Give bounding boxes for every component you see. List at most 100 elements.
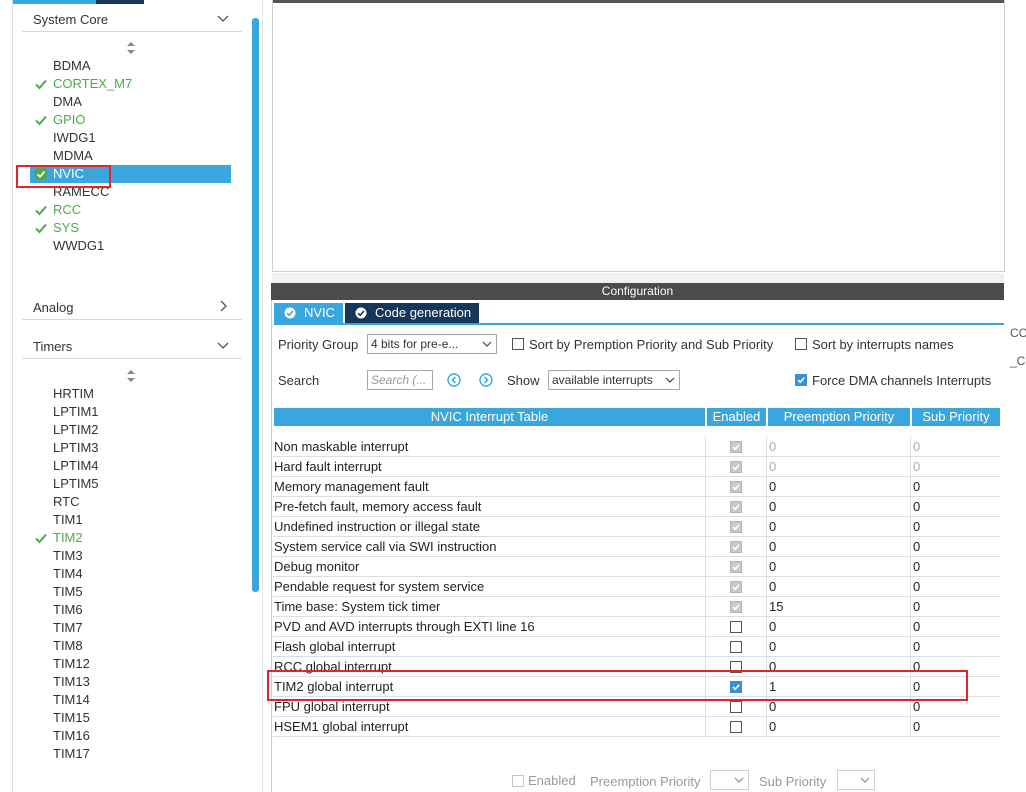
table-row[interactable]: Undefined instruction or illegal state 0 0 <box>273 517 1000 537</box>
search-next-icon[interactable] <box>479 373 493 387</box>
enabled-checkbox[interactable] <box>730 521 742 533</box>
component-item-tim13[interactable]: TIM13 <box>53 673 90 691</box>
component-item-hrtim[interactable]: HRTIM <box>53 385 94 403</box>
table-row[interactable]: Debug monitor 0 0 <box>273 557 1000 577</box>
component-item-lptim1[interactable]: LPTIM1 <box>53 403 99 421</box>
sub-priority-value[interactable]: 0 <box>913 437 920 457</box>
table-row[interactable]: Pendable request for system service 0 0 <box>273 577 1000 597</box>
component-item-lptim5[interactable]: LPTIM5 <box>53 475 99 493</box>
header-preemption-priority[interactable]: Preemption Priority <box>768 408 910 426</box>
component-item-tim2[interactable]: TIM2 <box>53 529 83 547</box>
sub-priority-value[interactable]: 0 <box>913 577 920 597</box>
component-item-tim5[interactable]: TIM5 <box>53 583 83 601</box>
bottom-preemption-select[interactable] <box>710 770 749 790</box>
component-item-lptim3[interactable]: LPTIM3 <box>53 439 99 457</box>
component-item-tim17[interactable]: TIM17 <box>53 745 90 763</box>
sub-priority-value[interactable]: 0 <box>913 557 920 577</box>
search-previous-icon[interactable] <box>447 373 461 387</box>
component-item-tim16[interactable]: TIM16 <box>53 727 90 745</box>
category-timers[interactable]: Timers <box>22 334 242 359</box>
table-row[interactable]: HSEM1 global interrupt 0 0 <box>273 717 1000 737</box>
preemption-priority-value[interactable]: 0 <box>769 717 776 737</box>
component-item-tim3[interactable]: TIM3 <box>53 547 83 565</box>
component-item-mdma[interactable]: MDMA <box>53 147 93 165</box>
preemption-priority-value[interactable]: 0 <box>769 497 776 517</box>
sub-priority-value[interactable]: 0 <box>913 497 920 517</box>
table-row[interactable]: Flash global interrupt 0 0 <box>273 637 1000 657</box>
tab-code-generation[interactable]: Code generation <box>345 303 479 323</box>
table-row[interactable]: System service call via SWI instruction 0… <box>273 537 1000 557</box>
sort-names-checkbox[interactable] <box>795 338 807 350</box>
sort-preemption-checkbox[interactable] <box>512 338 524 350</box>
component-item-tim12[interactable]: TIM12 <box>53 655 90 673</box>
enabled-checkbox[interactable] <box>730 441 742 453</box>
header-enabled[interactable]: Enabled <box>707 408 766 426</box>
preemption-priority-value[interactable]: 0 <box>769 537 776 557</box>
enabled-checkbox[interactable] <box>730 461 742 473</box>
component-item-tim8[interactable]: TIM8 <box>53 637 83 655</box>
tab-inactive-indicator[interactable] <box>96 0 144 4</box>
sub-priority-value[interactable]: 0 <box>913 517 920 537</box>
header-interrupt-table[interactable]: NVIC Interrupt Table <box>274 408 705 426</box>
table-row[interactable]: Time base: System tick timer 15 0 <box>273 597 1000 617</box>
bottom-sub-select[interactable] <box>837 770 875 790</box>
component-item-iwdg1[interactable]: IWDG1 <box>53 129 96 147</box>
component-item-tim15[interactable]: TIM15 <box>53 709 90 727</box>
component-item-tim1[interactable]: TIM1 <box>53 511 83 529</box>
preemption-priority-value[interactable]: 0 <box>769 577 776 597</box>
preemption-priority-value[interactable]: 0 <box>769 517 776 537</box>
sub-priority-value[interactable]: 0 <box>913 537 920 557</box>
enabled-checkbox[interactable] <box>730 621 742 633</box>
sub-priority-value[interactable]: 0 <box>913 457 920 477</box>
header-sub-priority[interactable]: Sub Priority <box>912 408 1000 426</box>
enabled-checkbox[interactable] <box>730 541 742 553</box>
component-item-lptim4[interactable]: LPTIM4 <box>53 457 99 475</box>
enabled-checkbox[interactable] <box>730 481 742 493</box>
search-input[interactable]: Search (... <box>367 370 433 390</box>
bottom-enabled-checkbox[interactable] <box>512 775 524 787</box>
priority-group-select[interactable]: 4 bits for pre-e... <box>367 334 497 354</box>
tab-nvic[interactable]: NVIC <box>274 303 343 323</box>
component-item-tim6[interactable]: TIM6 <box>53 601 83 619</box>
show-select[interactable]: available interrupts <box>548 370 680 390</box>
sort-icon[interactable] <box>126 369 136 383</box>
splitter[interactable] <box>272 273 1004 283</box>
table-row[interactable]: Non maskable interrupt 0 0 <box>273 437 1000 457</box>
sub-priority-value[interactable]: 0 <box>913 597 920 617</box>
component-item-wwdg1[interactable]: WWDG1 <box>53 237 104 255</box>
sub-priority-value[interactable]: 0 <box>913 477 920 497</box>
enabled-checkbox[interactable] <box>730 601 742 613</box>
category-system-core[interactable]: System Core <box>22 7 242 32</box>
component-item-rcc[interactable]: RCC <box>53 201 81 219</box>
preemption-priority-value[interactable]: 0 <box>769 557 776 577</box>
pinout-canvas[interactable] <box>272 0 1005 272</box>
force-dma-checkbox[interactable] <box>795 374 807 386</box>
preemption-priority-value[interactable]: 0 <box>769 477 776 497</box>
enabled-checkbox[interactable] <box>730 581 742 593</box>
sub-priority-value[interactable]: 0 <box>913 617 920 637</box>
table-row[interactable]: PVD and AVD interrupts through EXTI line… <box>273 617 1000 637</box>
table-row[interactable]: Hard fault interrupt 0 0 <box>273 457 1000 477</box>
component-item-rtc[interactable]: RTC <box>53 493 79 511</box>
component-item-tim14[interactable]: TIM14 <box>53 691 90 709</box>
enabled-checkbox[interactable] <box>730 501 742 513</box>
preemption-priority-value[interactable]: 0 <box>769 637 776 657</box>
component-item-tim4[interactable]: TIM4 <box>53 565 83 583</box>
preemption-priority-value[interactable]: 0 <box>769 617 776 637</box>
component-item-sys[interactable]: SYS <box>53 219 79 237</box>
enabled-checkbox[interactable] <box>730 701 742 713</box>
left-scrollbar[interactable] <box>252 18 259 592</box>
component-item-bdma[interactable]: BDMA <box>53 57 91 75</box>
component-item-cortex_m7[interactable]: CORTEX_M7 <box>53 75 132 93</box>
sub-priority-value[interactable]: 0 <box>913 717 920 737</box>
preemption-priority-value[interactable]: 0 <box>769 457 776 477</box>
enabled-checkbox[interactable] <box>730 561 742 573</box>
component-item-tim7[interactable]: TIM7 <box>53 619 83 637</box>
enabled-checkbox[interactable] <box>730 721 742 733</box>
sort-icon[interactable] <box>126 41 136 55</box>
preemption-priority-value[interactable]: 15 <box>769 597 783 617</box>
component-item-lptim2[interactable]: LPTIM2 <box>53 421 99 439</box>
component-item-dma[interactable]: DMA <box>53 93 82 111</box>
enabled-checkbox[interactable] <box>730 641 742 653</box>
table-row[interactable]: Memory management fault 0 0 <box>273 477 1000 497</box>
